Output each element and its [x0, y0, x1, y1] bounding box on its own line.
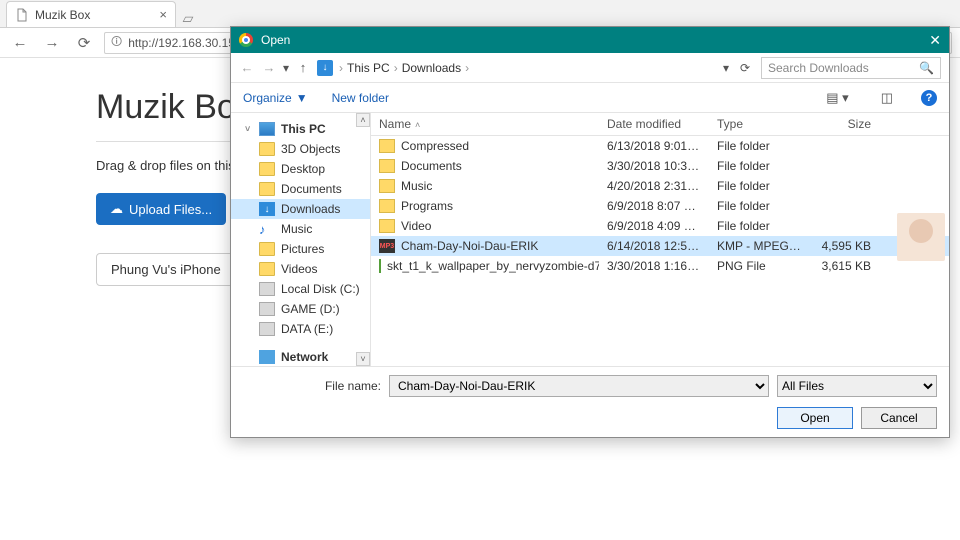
- filename-input[interactable]: Cham-Day-Noi-Dau-ERIK: [389, 375, 769, 397]
- tree-item[interactable]: Documents: [231, 179, 370, 199]
- tree-item[interactable]: Network: [231, 347, 370, 366]
- chrome-icon: [239, 33, 253, 47]
- column-size[interactable]: Size: [809, 113, 879, 135]
- close-dialog-icon[interactable]: ✕: [929, 32, 941, 49]
- info-icon: 🛈: [111, 33, 122, 52]
- tree-item[interactable]: GAME (D:): [231, 299, 370, 319]
- file-row[interactable]: skt_t1_k_wallpaper_by_nervyzombie-d7h...…: [371, 256, 949, 276]
- device-button[interactable]: Phung Vu's iPhone: [96, 253, 236, 286]
- file-open-dialog: Open ✕ ← → ▾ ↑ ↓ › This PC › Downloads ›…: [230, 26, 950, 438]
- column-headers: Name˄ Date modified Type Size: [371, 113, 949, 136]
- file-row[interactable]: Music4/20/2018 2:31 PMFile folder: [371, 176, 949, 196]
- search-icon: 🔍: [919, 61, 934, 75]
- nav-history-icon[interactable]: ▾: [283, 61, 289, 75]
- tree-item[interactable]: 3D Objects: [231, 139, 370, 159]
- search-placeholder: Search Downloads: [768, 61, 869, 75]
- tab-title: Muzik Box: [35, 8, 90, 22]
- column-type[interactable]: Type: [709, 113, 809, 135]
- close-tab-icon[interactable]: ×: [159, 7, 167, 22]
- dialog-title: Open: [261, 33, 290, 47]
- divider: [96, 141, 236, 142]
- help-icon[interactable]: ?: [921, 90, 937, 106]
- view-options-icon[interactable]: ▤ ▾: [822, 90, 852, 106]
- new-tab-button[interactable]: ▱: [176, 10, 200, 27]
- cancel-button[interactable]: Cancel: [861, 407, 937, 429]
- forward-button[interactable]: →: [40, 34, 64, 51]
- back-button[interactable]: ←: [8, 34, 32, 51]
- reload-button[interactable]: ⟳: [72, 34, 96, 52]
- column-name[interactable]: Name˄: [371, 113, 599, 135]
- sort-asc-icon: ˄: [415, 120, 420, 130]
- browser-tab-strip: Muzik Box × ▱: [0, 0, 960, 28]
- preview-thumbnail: [897, 213, 945, 261]
- downloads-folder-icon: ↓: [317, 60, 333, 76]
- preview-pane-icon[interactable]: ◫: [877, 90, 897, 106]
- file-list[interactable]: Name˄ Date modified Type Size Compressed…: [371, 113, 949, 366]
- page-icon: [15, 8, 29, 22]
- breadcrumb-segment[interactable]: Downloads: [402, 61, 461, 75]
- tree-item[interactable]: ♪Music: [231, 219, 370, 239]
- nav-back-icon[interactable]: ←: [239, 60, 255, 75]
- tree-item[interactable]: DATA (E:): [231, 319, 370, 339]
- folder-tree[interactable]: ˄ ˅ ˅This PC3D ObjectsDesktopDocuments↓D…: [231, 113, 371, 366]
- tree-scroll-up-icon[interactable]: ˄: [356, 113, 370, 127]
- dialog-footer: File name: Cham-Day-Noi-Dau-ERIK All Fil…: [231, 366, 949, 437]
- tree-scroll-down-icon[interactable]: ˅: [356, 352, 370, 366]
- tree-item[interactable]: ˅This PC: [231, 119, 370, 139]
- file-type-filter[interactable]: All Files: [777, 375, 937, 397]
- file-row[interactable]: Video6/9/2018 4:09 PMFile folder: [371, 216, 949, 236]
- organize-menu[interactable]: Organize ▼: [243, 91, 308, 105]
- breadcrumb-dropdown-icon[interactable]: ▾: [723, 61, 729, 75]
- upload-files-button[interactable]: ☁ Upload Files...: [96, 193, 226, 225]
- file-row[interactable]: Programs6/9/2018 8:07 PMFile folder: [371, 196, 949, 216]
- refresh-icon[interactable]: ⟳: [735, 61, 755, 75]
- dialog-nav-bar: ← → ▾ ↑ ↓ › This PC › Downloads › ▾ ⟳ Se…: [231, 53, 949, 83]
- dialog-titlebar: Open ✕: [231, 27, 949, 53]
- tree-item[interactable]: Desktop: [231, 159, 370, 179]
- file-row[interactable]: Documents3/30/2018 10:39 PMFile folder: [371, 156, 949, 176]
- tree-item[interactable]: Local Disk (C:): [231, 279, 370, 299]
- filename-label: File name:: [243, 379, 381, 393]
- chevron-down-icon: ▼: [296, 91, 308, 105]
- breadcrumb-segment[interactable]: This PC: [347, 61, 390, 75]
- browser-tab[interactable]: Muzik Box ×: [6, 1, 176, 27]
- tree-item[interactable]: Videos: [231, 259, 370, 279]
- search-input[interactable]: Search Downloads 🔍: [761, 57, 941, 79]
- dialog-toolbar: Organize ▼ New folder ▤ ▾ ◫ ?: [231, 83, 949, 113]
- open-button[interactable]: Open: [777, 407, 853, 429]
- column-date[interactable]: Date modified: [599, 113, 709, 135]
- cloud-upload-icon: ☁: [110, 201, 123, 217]
- nav-forward-icon[interactable]: →: [261, 60, 277, 75]
- tree-item[interactable]: Pictures: [231, 239, 370, 259]
- new-folder-button[interactable]: New folder: [332, 91, 389, 105]
- file-row[interactable]: Compressed6/13/2018 9:01 AMFile folder: [371, 136, 949, 156]
- breadcrumb[interactable]: › This PC › Downloads ›: [339, 61, 717, 75]
- tree-item[interactable]: ↓Downloads: [231, 199, 370, 219]
- nav-up-icon[interactable]: ↑: [295, 60, 311, 75]
- upload-label: Upload Files...: [129, 202, 212, 217]
- url-text: http://192.168.30.150: [128, 36, 241, 50]
- file-row[interactable]: MP3Cham-Day-Noi-Dau-ERIK6/14/2018 12:53 …: [371, 236, 949, 256]
